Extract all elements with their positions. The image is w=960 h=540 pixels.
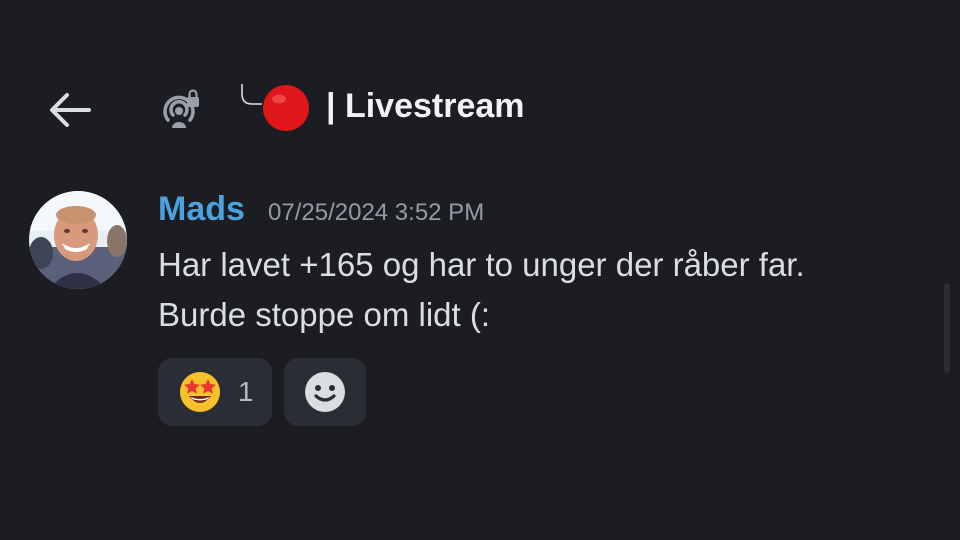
message-line: Burde stoppe om lidt (: (158, 296, 490, 333)
add-reaction-button[interactable] (284, 358, 366, 426)
message-content: Har lavet +165 og har to unger der råber… (158, 240, 928, 340)
arrow-left-icon (50, 93, 91, 127)
channel-title: | Livestream (326, 87, 525, 125)
add-reaction-smiley-icon (305, 372, 345, 412)
star-struck-emoji-icon (180, 372, 220, 412)
avatar-photo (29, 191, 127, 289)
avatar[interactable] (29, 191, 127, 289)
thread-branch-icon (241, 84, 262, 105)
locked-stage-broadcast-icon (163, 89, 199, 128)
reactions-bar: 1 (158, 358, 366, 426)
channel-header: | Livestream (0, 60, 960, 155)
reaction-star-struck[interactable]: 1 (158, 358, 272, 426)
chat-message: Mads 07/25/2024 3:52 PM Har lavet +165 o… (0, 186, 940, 436)
red-circle-icon (263, 85, 309, 131)
back-button[interactable] (42, 84, 96, 136)
author-name[interactable]: Mads (158, 190, 245, 228)
scrollbar-thumb[interactable] (944, 283, 950, 373)
reaction-count: 1 (238, 376, 254, 407)
message-timestamp: 07/25/2024 3:52 PM (268, 199, 485, 226)
message-header: Mads 07/25/2024 3:52 PM (158, 190, 484, 229)
message-line: Har lavet +165 og har to unger der råber… (158, 246, 805, 283)
